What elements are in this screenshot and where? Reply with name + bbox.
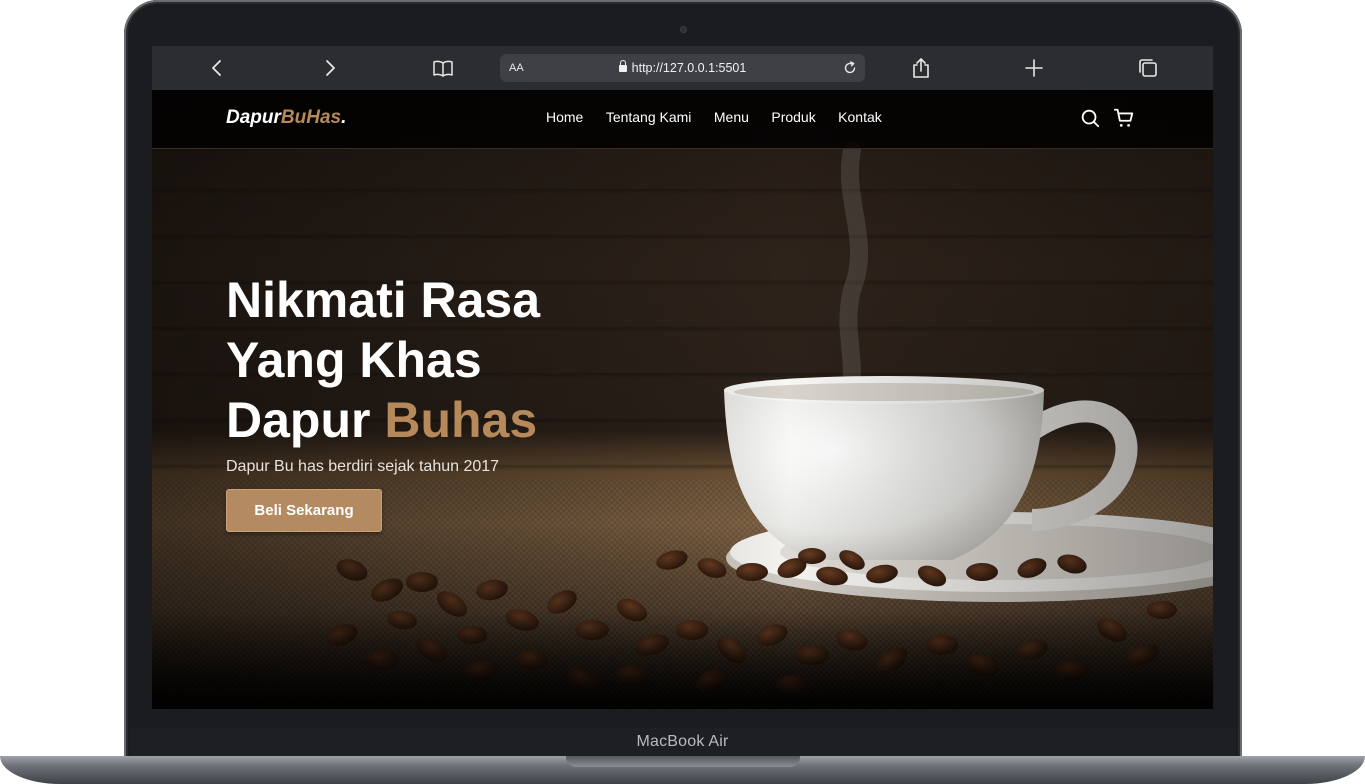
- hero-title-line-1: Nikmati Rasa: [226, 272, 541, 328]
- laptop-notch: [566, 756, 800, 767]
- reload-icon[interactable]: [841, 59, 859, 77]
- hero-title-line-2: Yang Khas: [226, 332, 482, 388]
- nav-produk[interactable]: Produk: [771, 109, 815, 125]
- hero-subtitle: Dapur Bu has berdiri sejak tahun 2017: [226, 458, 500, 475]
- browser-toolbar: AA http://127.0.0.1:5501: [152, 46, 1213, 90]
- website: DapurBuHas. Home Tentang Kami Menu Produ…: [152, 90, 1213, 709]
- hero-title-line-3: Dapur Buhas: [226, 392, 538, 448]
- nav-icons: [1071, 107, 1135, 129]
- lock-icon: [618, 60, 627, 72]
- device-model-label: MacBook Air: [636, 733, 729, 750]
- new-tab-icon[interactable]: [1022, 56, 1046, 80]
- hero-title-accent: Buhas: [384, 392, 538, 448]
- camera: [680, 26, 687, 33]
- cart-icon[interactable]: [1113, 107, 1135, 129]
- nav-tentang-kami[interactable]: Tentang Kami: [606, 109, 692, 125]
- forward-icon[interactable]: [318, 56, 342, 80]
- navbar: DapurBuHas. Home Tentang Kami Menu Produ…: [152, 90, 1213, 149]
- tabs-icon[interactable]: [1136, 56, 1160, 80]
- back-icon[interactable]: [205, 56, 229, 80]
- nav-menu[interactable]: Menu: [714, 109, 749, 125]
- site-logo[interactable]: DapurBuHas.: [226, 107, 346, 129]
- nav-kontak[interactable]: Kontak: [838, 109, 882, 125]
- url-text: http://127.0.0.1:5501: [631, 61, 747, 75]
- share-icon[interactable]: [909, 56, 933, 80]
- reader-icon[interactable]: [431, 56, 455, 80]
- address-bar[interactable]: AA http://127.0.0.1:5501: [500, 54, 865, 82]
- url-display[interactable]: http://127.0.0.1:5501: [500, 60, 865, 75]
- buy-now-button[interactable]: Beli Sekarang: [226, 489, 382, 532]
- nav-links: Home Tentang Kami Menu Produk Kontak: [546, 109, 900, 127]
- nav-home[interactable]: Home: [546, 109, 583, 125]
- hero-bottom-fade: [152, 610, 1213, 709]
- hero-title: Nikmati Rasa Yang Khas Dapur Buhas: [226, 270, 540, 450]
- screen: AA http://127.0.0.1:5501 DapurBuHas. Hom…: [152, 46, 1213, 709]
- search-icon[interactable]: [1079, 107, 1101, 129]
